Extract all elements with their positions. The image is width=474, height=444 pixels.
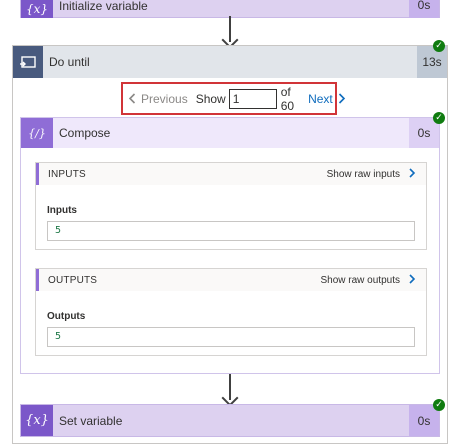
loop-icon [13,46,43,78]
outputs-section-title: OUTPUTS [48,275,98,286]
variable-icon: {x} [21,405,53,436]
compose-card: {/} Compose 0s INPUTS Show raw inputs In… [20,117,440,374]
success-check-icon: ✓ [433,40,445,52]
page-number-input[interactable] [228,88,277,109]
set-variable-title: Set variable [59,414,123,428]
variable-icon: {x} [21,0,53,18]
compose-icon: {/} [21,118,53,148]
flow-arrow-down-icon [221,16,239,49]
previous-label: Previous [141,91,188,106]
chevron-right-icon[interactable] [408,168,416,178]
compose-title: Compose [59,126,111,140]
compose-header[interactable]: {/} Compose 0s [21,118,439,148]
initialize-variable-duration: 0s [409,0,439,18]
inputs-field-label: Inputs [47,205,77,216]
page-count-label: of 60 [280,84,295,113]
inputs-value: 5 [55,225,62,236]
outputs-value: 5 [55,331,62,342]
inputs-section-header: INPUTS Show raw inputs [36,163,426,185]
chevron-right-icon [338,93,345,104]
inputs-section: INPUTS Show raw inputs Inputs 5 [35,162,427,250]
success-check-icon: ✓ [433,112,445,124]
outputs-section-header: OUTPUTS Show raw outputs [36,269,426,291]
next-button[interactable]: Next [308,92,346,106]
inputs-section-title: INPUTS [48,169,86,180]
outputs-section: OUTPUTS Show raw outputs Outputs 5 [35,268,427,356]
success-check-icon: ✓ [433,399,445,411]
do-until-header[interactable]: Do until 13s [13,46,447,78]
show-raw-inputs-link[interactable]: Show raw inputs [327,169,400,180]
inputs-value-field: 5 [47,221,415,241]
flow-arrow-down-icon [221,374,239,407]
outputs-field-label: Outputs [47,311,86,322]
chevron-left-icon [128,93,136,104]
run-pager: Previous Show of 60 Next [121,82,345,115]
initialize-variable-title: Initialize variable [59,0,148,13]
outputs-value-field: 5 [47,327,415,347]
next-label: Next [308,91,333,106]
do-until-title: Do until [49,55,90,69]
set-variable-card[interactable]: {x} Set variable 0s [20,404,440,437]
show-raw-outputs-link[interactable]: Show raw outputs [321,275,401,286]
chevron-right-icon[interactable] [408,274,416,284]
previous-button[interactable]: Previous [128,92,188,106]
show-label: Show [195,91,226,106]
